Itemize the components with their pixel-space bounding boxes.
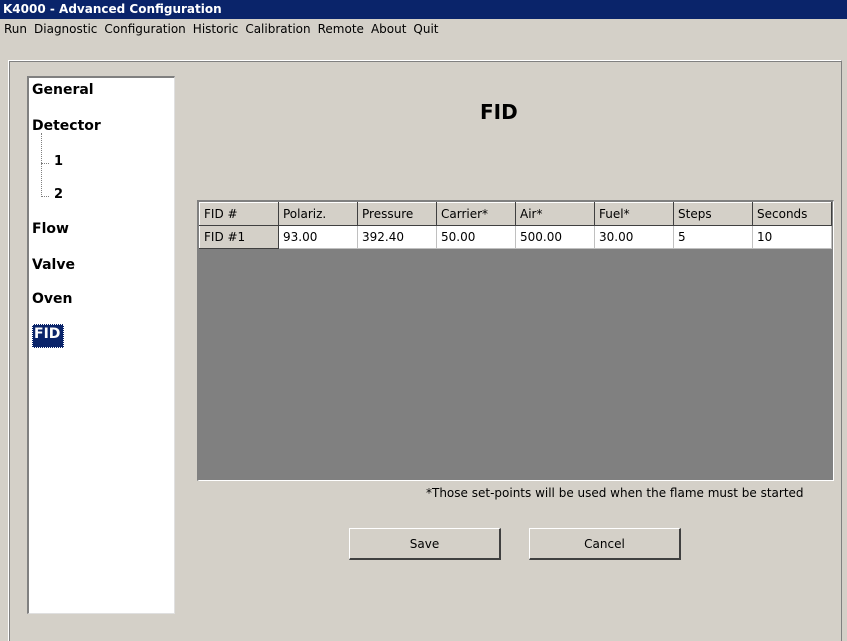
column-header[interactable]: Seconds [752,202,832,226]
tree-connector [41,163,49,164]
tree-item-detector[interactable]: Detector [32,118,101,134]
menu-bar: Run Diagnostic Configuration Historic Calibr… [0,19,847,39]
row-header: FID #1 [199,225,279,249]
column-header[interactable]: Pressure [357,202,437,226]
setpoint-note: *Those set-points will be used when the … [426,486,804,500]
page-title: FID [480,100,518,124]
cancel-button[interactable]: Cancel [529,528,681,560]
menu-diagnostic[interactable]: Diagnostic [31,19,100,39]
window-title: K4000 - Advanced Configuration [0,0,847,19]
tree-item-oven[interactable]: Oven [32,291,73,307]
menu-configuration[interactable]: Configuration [101,19,188,39]
carrier-cell[interactable]: 50.00 [436,225,516,249]
menu-calibration[interactable]: Calibration [242,19,313,39]
menu-run[interactable]: Run [1,19,30,39]
column-header: FID # [199,202,279,226]
tree-item-detector-1[interactable]: 1 [54,154,63,169]
column-header[interactable]: Fuel* [594,202,674,226]
tree-item-flow[interactable]: Flow [32,221,69,237]
pressure-cell[interactable]: 392.40 [357,225,437,249]
seconds-cell[interactable]: 10 [752,225,832,249]
tree-connector [41,133,42,197]
fid-settings-grid[interactable]: FID # Polariz. Pressure Carrier* Air* Fu… [197,200,834,481]
tree-connector [41,196,49,197]
column-header[interactable]: Carrier* [436,202,516,226]
tree-item-general[interactable]: General [32,82,94,98]
tree-item-detector-2[interactable]: 2 [54,187,63,202]
table-header-row: FID # Polariz. Pressure Carrier* Air* Fu… [199,202,832,226]
column-header[interactable]: Polariz. [278,202,358,226]
menu-about[interactable]: About [368,19,409,39]
air-cell[interactable]: 500.00 [515,225,595,249]
column-header[interactable]: Steps [673,202,753,226]
table-row: FID #1 93.00 392.40 50.00 500.00 30.00 5… [199,225,832,249]
column-header[interactable]: Air* [515,202,595,226]
menu-remote[interactable]: Remote [315,19,367,39]
tree-item-fid[interactable]: FID [32,324,65,348]
fuel-cell[interactable]: 30.00 [594,225,674,249]
polarization-cell[interactable]: 93.00 [278,225,358,249]
tree-item-valve[interactable]: Valve [32,257,75,273]
steps-cell[interactable]: 5 [673,225,753,249]
config-tree[interactable]: General Detector 1 2 Flow Valve Oven FID [27,76,175,614]
save-button[interactable]: Save [349,528,501,560]
menu-historic[interactable]: Historic [190,19,242,39]
menu-quit[interactable]: Quit [410,19,441,39]
